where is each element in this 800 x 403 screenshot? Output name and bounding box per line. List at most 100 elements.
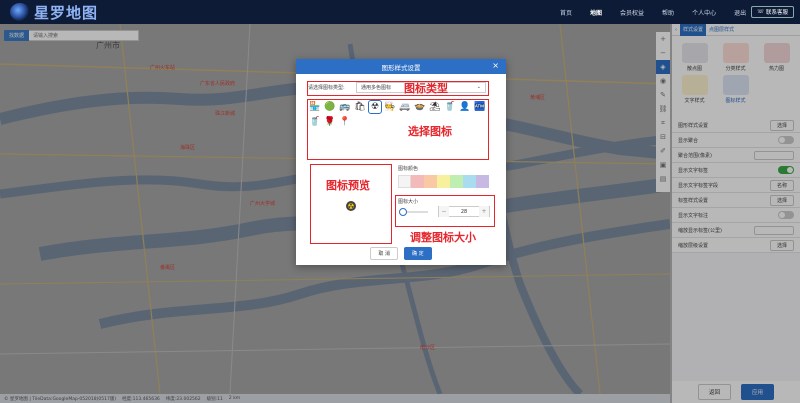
confirm-button[interactable]: 确 定 xyxy=(404,247,432,260)
color-swatch-blue[interactable] xyxy=(463,175,476,188)
style-option-icon[interactable]: 图标样式 xyxy=(715,72,756,104)
annotation-box-icon-type xyxy=(307,81,489,96)
screenshot-icon[interactable]: ▣ xyxy=(656,158,670,172)
crop-icon[interactable]: ⌗ xyxy=(656,116,670,130)
style-option-heatmap[interactable]: 热力图 xyxy=(756,40,797,72)
color-swatch-orange[interactable] xyxy=(424,175,437,188)
color-swatch-purple[interactable] xyxy=(476,175,489,188)
dialog-actions: 取 消 确 定 xyxy=(296,247,506,260)
map-poi-label: 珠江新城 xyxy=(215,111,236,117)
nav-home[interactable]: 首页 xyxy=(560,8,572,17)
style-option-scatter[interactable]: 散点图 xyxy=(674,40,715,72)
map-search-input[interactable] xyxy=(29,30,140,41)
scale-bar: 2 km xyxy=(228,396,241,401)
category-thumb-icon xyxy=(722,43,749,63)
close-icon[interactable]: × xyxy=(492,61,499,70)
style-option-label: 分类样式 xyxy=(725,66,746,72)
icon-color-label: 图标颜色 xyxy=(398,166,419,172)
contact-support-label: 联系客服 xyxy=(765,10,788,16)
style-option-text[interactable]: 文字样式 xyxy=(674,72,715,104)
zoom-label-input[interactable] xyxy=(754,225,794,235)
annotation-icon-preview: 图标预览 xyxy=(326,179,370,192)
location-icon[interactable]: ◉ xyxy=(656,74,670,88)
add-icon[interactable]: + xyxy=(656,32,670,46)
draw-icon[interactable]: ✐ xyxy=(656,144,670,158)
panel-row-cluster: 显示聚合 xyxy=(672,133,800,148)
back-button[interactable]: 返回 xyxy=(697,384,731,400)
image-icon[interactable]: ▤ xyxy=(656,172,670,186)
map-poi-label: 海珠区 xyxy=(180,145,196,151)
row-label: 显示文字标注 xyxy=(678,212,709,219)
annotation-box-icon-size xyxy=(395,195,495,227)
style-settings-panel: ‹ 样式设置 点图层样式 散点图 分类样式 热力图 文字样式 图标样式 图形样式… xyxy=(672,23,800,403)
style-option-label: 散点图 xyxy=(686,66,702,72)
dialog-header: 图形样式设置 × xyxy=(296,59,506,74)
back-icon[interactable]: ‹ xyxy=(672,27,680,33)
nav-help[interactable]: 帮助 xyxy=(662,8,674,17)
longitude-readout: 经度:113.465636 xyxy=(122,396,160,402)
text-label-toggle[interactable] xyxy=(778,166,794,174)
nav-user-center[interactable]: 个人中心 xyxy=(692,8,716,17)
choose-zoom-level-button[interactable]: 选择 xyxy=(769,239,794,251)
label-field-select[interactable]: 名称 xyxy=(769,179,794,191)
cluster-toggle[interactable] xyxy=(778,136,794,144)
style-option-category[interactable]: 分类样式 xyxy=(715,40,756,72)
headset-icon: ☏ xyxy=(757,9,764,15)
tile-data-credit: © 星罗地图 | TileData:GoogleMap-052018(0517版… xyxy=(4,396,117,402)
choose-shape-style-button[interactable]: 选择 xyxy=(769,119,794,131)
map-status-bar: © 星罗地图 | TileData:GoogleMap-052018(0517版… xyxy=(0,394,670,403)
cluster-range-input[interactable] xyxy=(754,150,794,160)
map-poi-label: 广东省人民政府 xyxy=(200,81,236,87)
map-poi-label: 番禺区 xyxy=(160,265,176,271)
row-label: 显示文字标签字段 xyxy=(678,182,719,189)
row-label: 显示文字标签 xyxy=(678,167,709,174)
panel-row-shape-style: 图形样式设置 选择 xyxy=(672,118,800,133)
ruler-icon[interactable]: ⊟ xyxy=(656,130,670,144)
annotation-icon-type: 图标类型 xyxy=(404,82,448,95)
map-toolbar: + − ◈ ◉ ✎ ⛓ ⌗ ⊟ ✐ ▣ ▤ xyxy=(656,32,670,192)
latitude-readout: 纬度:23.002562 xyxy=(165,396,201,402)
logo[interactable]: 星罗地图 xyxy=(10,2,140,23)
annotation-icon-size: 调整图标大小 xyxy=(410,231,476,244)
layers-icon[interactable]: ◈ xyxy=(656,60,670,74)
minus-icon[interactable]: − xyxy=(656,46,670,60)
pencil-icon[interactable]: ✎ xyxy=(656,88,670,102)
scatter-thumb-icon xyxy=(681,43,708,63)
panel-row-cluster-range: 聚合范围(像素) xyxy=(672,148,800,163)
nav-membership[interactable]: 会员权益 xyxy=(620,8,644,17)
nav-logout[interactable]: 退出 xyxy=(734,8,746,17)
icon-style-thumb-icon xyxy=(722,75,749,95)
apply-button[interactable]: 应用 xyxy=(741,384,775,400)
panel-row-label-field: 显示文字标签字段 名称 xyxy=(672,178,800,193)
color-swatch-yellow[interactable] xyxy=(437,175,450,188)
text-annotation-toggle[interactable] xyxy=(778,211,794,219)
link-icon[interactable]: ⛓ xyxy=(656,102,670,116)
text-thumb-icon xyxy=(681,75,708,95)
map-city-label: 广州市 xyxy=(96,41,120,50)
tab-style-settings[interactable]: 样式设置 xyxy=(680,23,707,36)
panel-row-zoom-label: 缩放显示标签(公里) xyxy=(672,223,800,238)
row-label: 标签样式设置 xyxy=(678,197,709,204)
contact-support-button[interactable]: ☏ 联系客服 xyxy=(751,6,794,18)
panel-row-text-annotation: 显示文字标注 xyxy=(672,208,800,223)
search-category-button[interactable]: 找数据 xyxy=(4,30,30,41)
style-option-label: 文字样式 xyxy=(684,98,705,104)
map-poi-label: 广州火车站 xyxy=(150,65,176,71)
row-label: 图形样式设置 xyxy=(678,122,709,129)
icon-color-swatches xyxy=(398,175,489,188)
panel-tabs: ‹ 样式设置 点图层样式 xyxy=(672,23,800,36)
row-label: 聚合范围(像素) xyxy=(678,152,712,159)
color-swatch-red[interactable] xyxy=(411,175,424,188)
row-label: 缩放层级设置 xyxy=(678,242,709,249)
annotation-box-icon-preview xyxy=(310,164,392,244)
cancel-button[interactable]: 取 消 xyxy=(370,247,398,260)
main-nav: 首页 地图 会员权益 帮助 个人中心 退出 xyxy=(560,0,764,24)
tab-point-layer-style[interactable]: 点图层样式 xyxy=(706,26,737,33)
map-poi-label: 南沙区 xyxy=(420,345,436,351)
panel-row-label-style: 标签样式设置 选择 xyxy=(672,193,800,208)
color-swatch-green[interactable] xyxy=(450,175,463,188)
choose-label-style-button[interactable]: 选择 xyxy=(769,194,794,206)
top-navigation-bar: 星罗地图 首页 地图 会员权益 帮助 个人中心 退出 ☏ 联系客服 xyxy=(0,0,800,24)
nav-map[interactable]: 地图 xyxy=(590,8,602,17)
color-swatch-white[interactable] xyxy=(398,175,411,188)
